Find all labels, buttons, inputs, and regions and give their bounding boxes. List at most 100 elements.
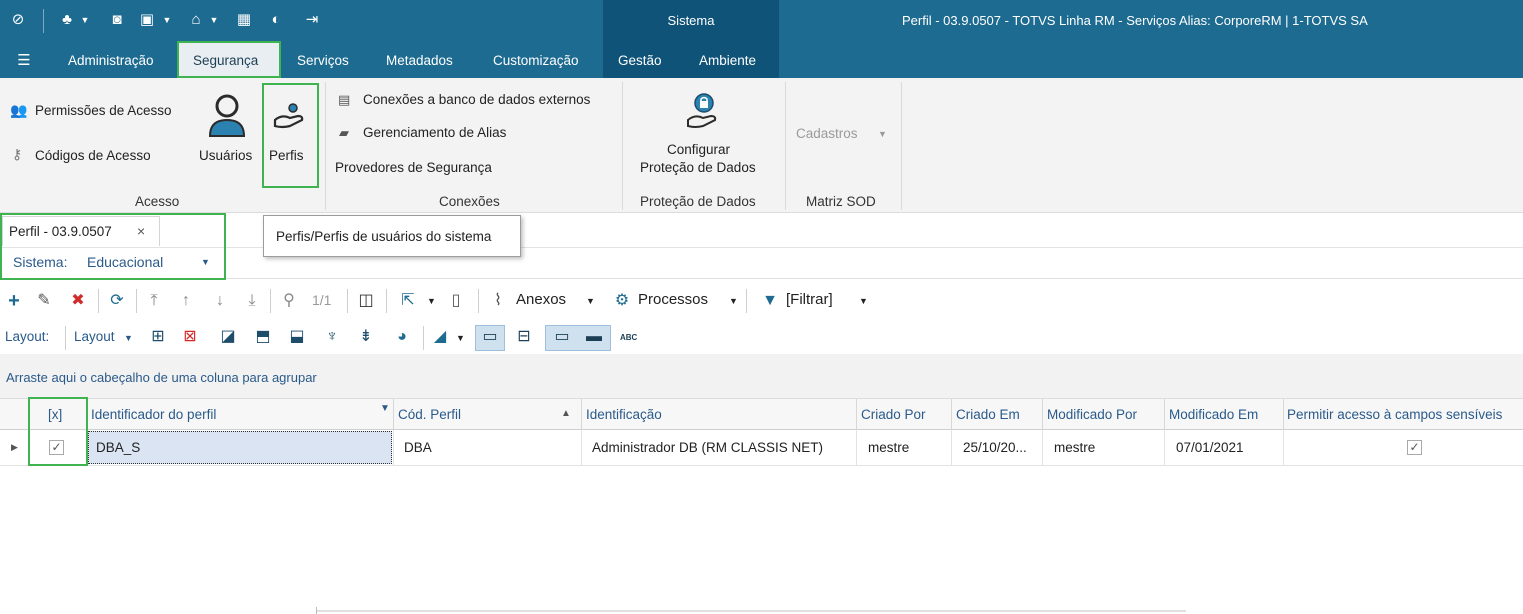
chevron-down-icon[interactable]: ▼ [878,129,887,139]
first-record-icon[interactable]: ⤒ [144,291,164,311]
wrap-icon[interactable]: ◪ [218,327,238,347]
menu-administracao[interactable]: Administração [68,53,154,68]
split-panel-icon[interactable]: ⊟ [514,327,534,347]
document-tab-label: Perfil - 03.9.0507 [9,224,112,239]
column-header-cod[interactable]: Cód. Perfil [398,407,461,422]
perfis-button[interactable]: Perfis [264,86,316,176]
conexoes-bd-button[interactable]: Conexões a banco de dados externos [363,92,590,107]
cell-divider [28,430,29,466]
chevron-down-icon[interactable]: ▼ [157,10,177,30]
previous-record-icon[interactable]: ↑ [176,291,196,311]
column-header-criado-em[interactable]: Criado Em [956,407,1020,422]
help-icon[interactable]: ◐ [266,10,286,30]
menu-seguranca[interactable]: Segurança [193,53,258,68]
calculator-icon[interactable]: ▦ [234,10,254,30]
document-tab[interactable]: Perfil - 03.9.0507 × [2,216,160,246]
filtrar-button[interactable]: [Filtrar] [786,291,833,308]
chevron-down-icon[interactable]: ▼ [859,296,868,306]
move-down-icon[interactable]: ⬓ [287,327,307,347]
columns-icon[interactable]: ◫ [356,291,376,311]
ribbon-separator [325,82,326,210]
processos-button[interactable]: Processos [638,291,708,308]
sistema-select[interactable]: Educacional [87,254,163,270]
group-protecao-label: Proteção de Dados [640,194,756,209]
chevron-down-icon[interactable]: ▼ [456,333,465,343]
report-icon[interactable]: ▯ [446,291,466,311]
chevron-down-icon[interactable]: ▼ [427,296,436,306]
column-header-identificacao[interactable]: Identificação [586,407,662,422]
chevron-down-icon[interactable]: ▼ [124,333,133,343]
chart-icon[interactable]: ◢ [430,327,450,347]
chevron-down-icon[interactable]: ▼ [75,10,95,30]
export-icon[interactable]: ⇱ [398,291,418,311]
configurar-protecao-button[interactable]: Configurar Proteção de Dados [632,86,782,182]
menu-servicos[interactable]: Serviços [297,53,349,68]
view-icon[interactable]: ◙ [107,10,127,30]
column-divider [951,399,952,431]
row-select-checkbox[interactable]: ✓ [49,440,64,455]
layout-dropdown[interactable]: Layout [74,329,115,344]
table-row[interactable]: ▶ ✓ DBA_S DBA Administrador DB (RM CLASS… [0,430,1523,466]
home-icon[interactable]: ⌂ [186,10,206,30]
group-by-area[interactable]: Arraste aqui o cabeçalho de uma coluna p… [0,354,1523,398]
permissoes-acesso-button[interactable]: Permissões de Acesso [35,103,172,118]
move-up-icon[interactable]: ⬒ [253,327,273,347]
menu-gestao[interactable]: Gestão [618,53,662,68]
sensiveis-checkbox[interactable]: ✓ [1407,440,1422,455]
menu-metadados[interactable]: Metadados [386,53,453,68]
paperclip-icon[interactable]: ⌇ [488,291,508,311]
edit-icon[interactable]: ✎ [34,291,54,311]
hamburger-icon[interactable]: ☰ [14,51,34,71]
horizontal-scrollbar[interactable] [316,610,1186,612]
codigos-acesso-button[interactable]: Códigos de Acesso [35,148,151,163]
totvs-logo-icon[interactable]: ⊘ [8,10,28,30]
header-panel-icon[interactable]: ▭ [552,327,572,347]
add-icon[interactable]: + [4,291,24,311]
column-header-select[interactable]: [x] [48,407,62,422]
chevron-down-icon[interactable]: ▼ [204,10,224,30]
paging-indicator: 1/1 [312,292,332,308]
gear-icon[interactable]: ⚙ [612,291,632,311]
column-header-sensiveis[interactable]: Permitir acesso à campos sensíveis [1287,407,1502,422]
delete-icon[interactable]: ✖ [68,291,88,311]
column-header-identificador[interactable]: Identificador do perfil [91,407,216,422]
filter-icon[interactable]: ▼ [380,403,390,414]
anexos-button[interactable]: Anexos [516,291,566,308]
column-header-modificado-por[interactable]: Modificado Por [1047,407,1137,422]
last-record-icon[interactable]: ⤓ [242,291,262,311]
footer-panel-icon[interactable]: ▭ [480,327,500,347]
usuarios-button[interactable]: Usuários [195,86,261,176]
org-chart-icon[interactable]: ♣ [57,10,77,30]
cell-divider [581,430,582,466]
remove-column-icon[interactable]: ⊠ [180,327,200,347]
search-icon[interactable]: ⚲ [279,291,299,311]
pin-icon[interactable]: ⇟ [356,327,376,347]
cell-divider [393,430,394,466]
shapes-icon[interactable]: ◕ [392,327,412,347]
abc-icon[interactable]: ABC [620,333,637,342]
chevron-down-icon[interactable]: ▼ [586,296,595,306]
menu-ambiente[interactable]: Ambiente [699,53,756,68]
chevron-down-icon[interactable]: ▼ [201,257,210,267]
column-header-criado-por[interactable]: Criado Por [861,407,926,422]
configurar-label: Configurar [667,142,731,157]
window-icon[interactable]: ▣ [137,10,157,30]
close-icon[interactable]: × [137,223,145,239]
chevron-down-icon[interactable]: ▼ [729,296,738,306]
column-header-modificado-em[interactable]: Modificado Em [1169,407,1258,422]
filter-icon[interactable]: ▼ [760,291,780,311]
paint-icon[interactable]: ♆ [322,327,342,347]
refresh-icon[interactable]: ⟳ [107,291,127,311]
exit-icon[interactable]: ⇥ [302,10,322,30]
add-column-icon[interactable]: ⊞ [148,327,168,347]
column-divider [581,399,582,431]
band-panel-icon[interactable]: ▬ [584,327,604,347]
sort-ascending-icon[interactable]: ▲ [561,408,571,419]
provedores-seguranca-button[interactable]: Provedores de Segurança [335,160,492,175]
grid-header: [x] Identificador do perfil ▼ Cód. Perfi… [0,398,1523,431]
gerenciamento-alias-button[interactable]: Gerenciamento de Alias [363,125,506,140]
menu-customizacao[interactable]: Customização [493,53,579,68]
sistema-label: Sistema: [13,254,68,270]
cadastros-dropdown[interactable]: Cadastros [796,126,858,141]
next-record-icon[interactable]: ↓ [210,291,230,311]
